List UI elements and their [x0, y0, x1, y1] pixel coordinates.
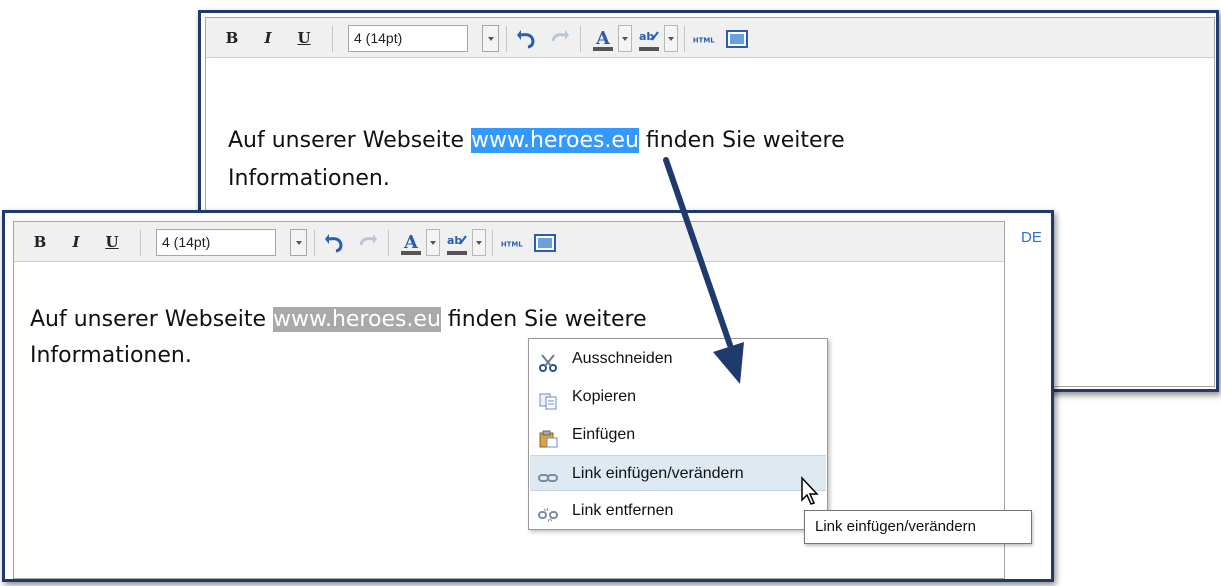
- menu-item-label: Ausschneiden: [572, 350, 673, 367]
- tooltip: Link einfügen/verändern: [804, 510, 1032, 544]
- svg-text:ab: ab: [447, 234, 462, 247]
- highlight-color-icon[interactable]: ab: [636, 26, 662, 52]
- back-editor-content[interactable]: Auf unserer Webseite www.heroes.eu finde…: [228, 122, 845, 198]
- menu-item-cut[interactable]: Ausschneiden: [530, 341, 826, 377]
- menu-item-label: Einfügen: [572, 426, 636, 443]
- highlight-color-dropdown[interactable]: [472, 229, 486, 256]
- toolbar-divider: [492, 230, 493, 256]
- underline-button[interactable]: U: [100, 230, 124, 256]
- toolbar-divider: [388, 230, 389, 256]
- italic-button[interactable]: I: [64, 230, 88, 256]
- text-segment: finden Sie weitere: [440, 307, 647, 332]
- selected-link-text[interactable]: www.heroes.eu: [272, 307, 441, 332]
- toolbar-divider: [580, 26, 581, 52]
- unlink-icon: [538, 502, 558, 523]
- paste-icon: [538, 426, 558, 448]
- toolbar-divider: [140, 230, 141, 256]
- undo-icon[interactable]: [322, 230, 348, 256]
- redo-icon[interactable]: [546, 26, 572, 52]
- underline-button[interactable]: U: [292, 26, 316, 52]
- link-icon: [538, 465, 558, 483]
- svg-text:A: A: [403, 232, 419, 253]
- italic-button[interactable]: I: [256, 26, 280, 52]
- font-size-select[interactable]: 4 (14pt): [156, 229, 276, 256]
- toolbar-divider: [332, 26, 333, 52]
- text-segment: Auf unserer Webseite: [228, 128, 471, 153]
- svg-text:HTML: HTML: [693, 36, 715, 44]
- back-toolbar: B I U 4 (14pt) A ab HTML: [206, 18, 1214, 58]
- font-size-select[interactable]: 4 (14pt): [348, 25, 468, 52]
- font-color-icon[interactable]: A: [398, 230, 424, 256]
- undo-icon[interactable]: [514, 26, 540, 52]
- text-line: Informationen.: [228, 166, 390, 191]
- language-indicator[interactable]: DE: [1021, 229, 1042, 246]
- font-size-dropdown-arrow[interactable]: [290, 229, 307, 256]
- toolbar-divider: [684, 26, 685, 52]
- html-icon[interactable]: HTML: [692, 26, 722, 52]
- copy-icon: [538, 388, 558, 410]
- scissors-icon: [538, 350, 558, 372]
- mouse-cursor-icon: [800, 476, 822, 506]
- menu-item-remove-link[interactable]: Link entfernen: [530, 493, 826, 529]
- front-toolbar: B I U 4 (14pt) A ab HTML: [14, 222, 1004, 262]
- font-color-dropdown[interactable]: [426, 229, 440, 256]
- menu-item-insert-link[interactable]: Link einfügen/verändern: [530, 455, 826, 491]
- svg-text:A: A: [595, 28, 611, 49]
- menu-item-label: Kopieren: [572, 388, 637, 405]
- highlight-color-icon[interactable]: ab: [444, 230, 470, 256]
- highlight-color-dropdown[interactable]: [664, 25, 678, 52]
- toolbar-divider: [506, 26, 507, 52]
- svg-text:HTML: HTML: [501, 240, 523, 248]
- font-color-icon[interactable]: A: [590, 26, 616, 52]
- bold-button[interactable]: B: [28, 230, 52, 256]
- text-segment: finden Sie weitere: [638, 128, 845, 153]
- source-view-icon[interactable]: [532, 230, 558, 256]
- bold-button[interactable]: B: [220, 26, 244, 52]
- text-segment: Auf unserer Webseite: [30, 307, 273, 332]
- html-icon[interactable]: HTML: [500, 230, 530, 256]
- toolbar-divider: [314, 230, 315, 256]
- font-size-dropdown-arrow[interactable]: [482, 25, 499, 52]
- menu-item-copy[interactable]: Kopieren: [530, 379, 826, 415]
- font-color-dropdown[interactable]: [618, 25, 632, 52]
- svg-text:ab: ab: [639, 30, 654, 43]
- menu-item-paste[interactable]: Einfügen: [530, 417, 826, 453]
- redo-icon[interactable]: [354, 230, 380, 256]
- source-view-icon[interactable]: [724, 26, 750, 52]
- menu-item-label: Link entfernen: [572, 502, 674, 519]
- context-menu: Ausschneiden Kopieren Einfügen Link einf…: [528, 338, 828, 530]
- menu-item-label: Link einfügen/verändern: [572, 465, 744, 482]
- selected-link-text[interactable]: www.heroes.eu: [470, 128, 639, 153]
